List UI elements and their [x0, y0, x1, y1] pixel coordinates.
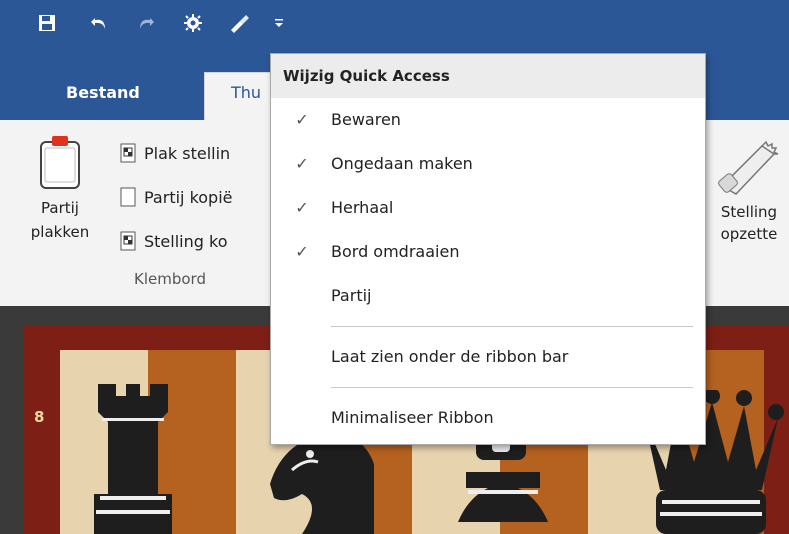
setup-position-button[interactable]: Stelling opzette	[704, 136, 789, 244]
customize-dropdown-icon[interactable]	[270, 10, 288, 36]
copy-position-button[interactable]: Stelling ko	[120, 228, 227, 254]
redo-icon[interactable]	[133, 10, 159, 36]
menu-item-game[interactable]: Partij	[271, 274, 705, 318]
rank-label: 8	[34, 408, 45, 426]
copy-game-label: Partij kopië	[144, 187, 233, 207]
menu-item-undo[interactable]: ✓ Ongedaan maken	[271, 142, 705, 186]
menu-item-flip-board[interactable]: ✓ Bord omdraaien	[271, 230, 705, 274]
menu-item-label: Partij	[331, 286, 372, 305]
copy-game-button[interactable]: Partij kopië	[120, 184, 233, 210]
setup-position-label-2: opzette	[720, 225, 778, 243]
paste-game-button[interactable]: Partij plakken	[30, 134, 90, 242]
menu-item-redo[interactable]: ✓ Herhaal	[271, 186, 705, 230]
tab-file[interactable]: Bestand	[48, 78, 158, 108]
menu-separator	[331, 326, 693, 327]
paste-game-label-2: plakken	[30, 223, 90, 241]
menu-item-label: Laat zien onder de ribbon bar	[331, 347, 569, 366]
menu-item-label: Minimaliseer Ribbon	[331, 408, 494, 427]
clipboard-group-label: Klembord	[134, 270, 206, 288]
menu-item-label: Bewaren	[331, 110, 401, 129]
check-icon: ✓	[295, 110, 309, 129]
position-doc-icon	[120, 143, 136, 163]
paste-game-label-1: Partij	[41, 199, 79, 217]
menu-item-minimize-ribbon[interactable]: Minimaliseer Ribbon	[271, 396, 705, 440]
menu-item-label: Ongedaan maken	[331, 154, 473, 173]
save-icon[interactable]	[34, 10, 60, 36]
saw-icon	[718, 140, 779, 195]
engine-icon[interactable]	[180, 10, 206, 36]
menu-item-label: Bord omdraaien	[331, 242, 460, 261]
menu-item-save[interactable]: ✓ Bewaren	[271, 98, 705, 142]
menu-header: Wijzig Quick Access	[271, 54, 705, 98]
position-doc-icon	[120, 231, 136, 251]
flashlight-icon[interactable]	[226, 10, 252, 36]
setup-position-label-1: Stelling	[720, 203, 778, 221]
paste-position-button[interactable]: Plak stellin	[120, 140, 230, 166]
document-icon	[120, 187, 136, 207]
undo-icon[interactable]	[86, 10, 112, 36]
check-icon: ✓	[295, 154, 309, 173]
check-icon: ✓	[295, 198, 309, 217]
black-rook-icon[interactable]	[88, 384, 178, 534]
menu-separator	[331, 387, 693, 388]
copy-position-label: Stelling ko	[144, 231, 228, 251]
menu-item-show-below-ribbon[interactable]: Laat zien onder de ribbon bar	[271, 335, 705, 379]
menu-item-label: Herhaal	[331, 198, 394, 217]
black-bishop-icon[interactable]	[448, 432, 558, 534]
check-icon: ✓	[295, 242, 309, 261]
clipboard-icon	[40, 136, 80, 189]
customize-quick-access-menu: Wijzig Quick Access ✓ Bewaren ✓ Ongedaan…	[270, 53, 706, 445]
paste-position-label: Plak stellin	[144, 143, 231, 163]
